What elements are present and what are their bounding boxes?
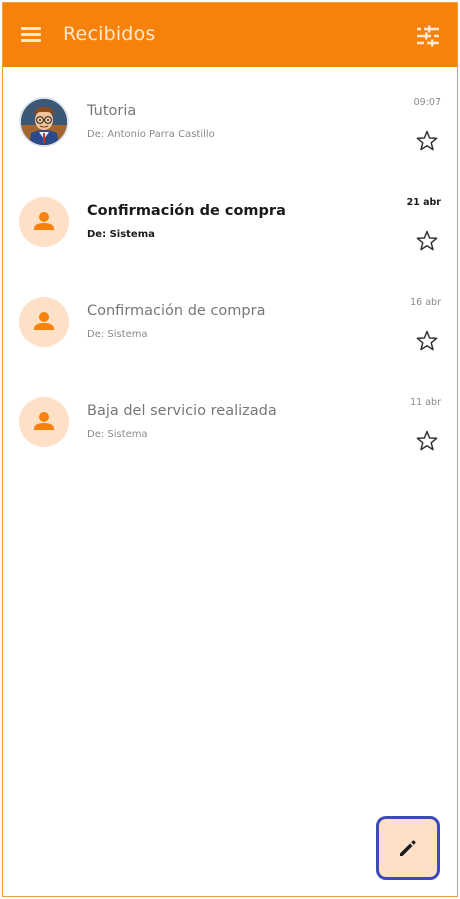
list-item[interactable]: Confirmación de compra De: Sistema 16 ab… [3, 277, 457, 375]
star-icon[interactable] [415, 429, 439, 453]
cartoon-teacher-avatar [19, 97, 69, 147]
app-bar: Recibidos [3, 3, 457, 67]
menu-icon[interactable] [21, 27, 43, 43]
message-date: 16 abr [410, 297, 441, 308]
message-sender: De: Antonio Parra Castillo [87, 129, 215, 140]
message-subject: Baja del servicio realizada [87, 403, 277, 419]
message-date: 11 abr [410, 397, 441, 408]
star-icon[interactable] [415, 329, 439, 353]
app-screen: Recibidos Tutoria De: Antonio Parra Cast… [2, 2, 458, 897]
message-date: 09:07 [413, 97, 441, 108]
page-title: Recibidos [63, 23, 156, 45]
message-subject: Tutoria [87, 103, 137, 119]
person-icon [19, 397, 69, 447]
message-sender: De: Sistema [87, 229, 155, 240]
pencil-icon [400, 840, 416, 856]
tune-icon[interactable] [415, 24, 441, 48]
message-subject: Confirmación de compra [87, 303, 266, 319]
compose-button[interactable] [376, 816, 440, 880]
message-date: 21 abr [406, 197, 441, 208]
list-item[interactable]: Confirmación de compra De: Sistema 21 ab… [3, 177, 457, 275]
message-subject: Confirmación de compra [87, 203, 286, 219]
message-sender: De: Sistema [87, 429, 148, 440]
message-sender: De: Sistema [87, 329, 148, 340]
person-icon [19, 197, 69, 247]
star-icon[interactable] [415, 229, 439, 253]
list-item[interactable]: Baja del servicio realizada De: Sistema … [3, 377, 457, 475]
star-icon[interactable] [415, 129, 439, 153]
person-icon [19, 297, 69, 347]
list-item[interactable]: Tutoria De: Antonio Parra Castillo 09:07 [3, 77, 457, 175]
